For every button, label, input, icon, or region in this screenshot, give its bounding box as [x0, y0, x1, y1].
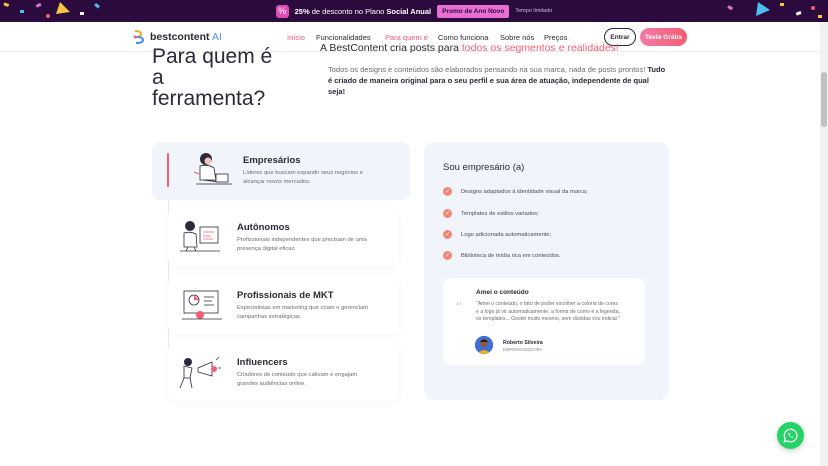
nav-item-como-funciona[interactable]: Como funciona: [438, 33, 488, 42]
whatsapp-button[interactable]: [777, 422, 804, 449]
testimonial-role: EMPREENDEDORA: [503, 347, 543, 352]
profile-description: Profissionais independentes que precisam…: [237, 237, 367, 252]
hero-cut-heading: A BestContent cria posts para todos os s…: [320, 42, 619, 54]
scrollbar-thumb[interactable]: [821, 72, 827, 127]
promo-banner[interactable]: % 25% de desconto no Plano Social Anual …: [0, 0, 828, 22]
profile-title: Profissionais de MKT: [237, 290, 334, 301]
active-indicator: [167, 153, 169, 187]
marketing-icon: [182, 290, 222, 320]
testimonial-card: “ Amei o conteúdo "Amei o conteúdo, o fa…: [443, 278, 645, 365]
confetti-decoration: [3, 2, 100, 18]
feature-item: ✓ Templates de estilos variados;: [443, 209, 539, 218]
profile-card-autonomos[interactable]: Autônomos Profissionais independentes qu…: [168, 208, 399, 266]
page-scrollbar[interactable]: [820, 22, 828, 466]
nav-item-funcionalidades[interactable]: Funcionalidades: [316, 33, 371, 42]
whatsapp-icon: [783, 428, 798, 443]
person-board-icon: [180, 221, 220, 252]
feature-item: ✓ Designs adaptados à identidade visual …: [443, 187, 588, 196]
avatar: [475, 336, 493, 354]
promo-button[interactable]: Promo de Ano Novo: [437, 4, 510, 18]
person-laptop-icon: [193, 153, 232, 185]
nav-item-para-quem[interactable]: Para quem é: [385, 33, 428, 42]
hero-description-bold: é criado de maneira original para o seu …: [328, 76, 649, 96]
check-icon: ✓: [443, 251, 452, 260]
testimonial-author: Roberto Silveira: [503, 340, 543, 346]
check-icon: ✓: [443, 209, 452, 218]
profile-card-influencers[interactable]: Influencers Criadores de conteúdo que ca…: [168, 343, 399, 401]
logo-mark-icon: [133, 30, 145, 44]
check-icon: ✓: [443, 187, 452, 196]
panel-title: Sou empresário (a): [443, 162, 525, 173]
promo-text: 25% de desconto no Plano Social Anual: [294, 6, 432, 16]
logo-text: bestcontent AI: [150, 31, 222, 43]
logo[interactable]: bestcontent AI: [133, 30, 222, 44]
hero-description: Todos os designs e conteúdos são elabora…: [328, 65, 666, 74]
profile-card-mkt[interactable]: Profissionais de MKT Especialistas em ma…: [168, 276, 399, 334]
feature-item: ✓ Biblioteca de mídia rica em conteúdos.: [443, 251, 561, 260]
profile-title: Autônomos: [237, 222, 290, 233]
testimonial-title: Amei o conteúdo: [476, 289, 529, 296]
profile-description: Especialistas em marketing que criam e g…: [237, 305, 369, 320]
feature-item: ✓ Logo adicionada automaticamente;: [443, 230, 552, 239]
confetti-decoration: [727, 2, 822, 18]
free-trial-button[interactable]: Teste Grátis: [640, 28, 687, 46]
profile-card-empresarios[interactable]: Empresários Líderes que buscam expandir …: [152, 142, 410, 200]
profile-description: Criadores de conteúdo que cativam e enga…: [237, 372, 358, 387]
profile-title: Empresários: [243, 155, 301, 166]
profile-detail-panel: Sou empresário (a) ✓ Designs adaptados à…: [424, 142, 669, 400]
profile-title: Influencers: [237, 357, 288, 368]
testimonial-body: "Amei o conteúdo, o fato de poder escolh…: [476, 301, 621, 322]
megaphone-icon: [179, 356, 221, 389]
nav-item-inicio[interactable]: Início: [287, 33, 305, 42]
nav-item-precos[interactable]: Preços: [544, 33, 567, 42]
nav-item-sobre-nos[interactable]: Sobre nós: [500, 33, 534, 42]
profile-description: Líderes que buscam expandir seus negócio…: [243, 170, 363, 185]
quote-icon: “: [455, 300, 463, 316]
check-icon: ✓: [443, 230, 452, 239]
promo-limited-text: Tempo limitado: [515, 8, 553, 14]
percent-tag-icon: %: [275, 4, 289, 18]
